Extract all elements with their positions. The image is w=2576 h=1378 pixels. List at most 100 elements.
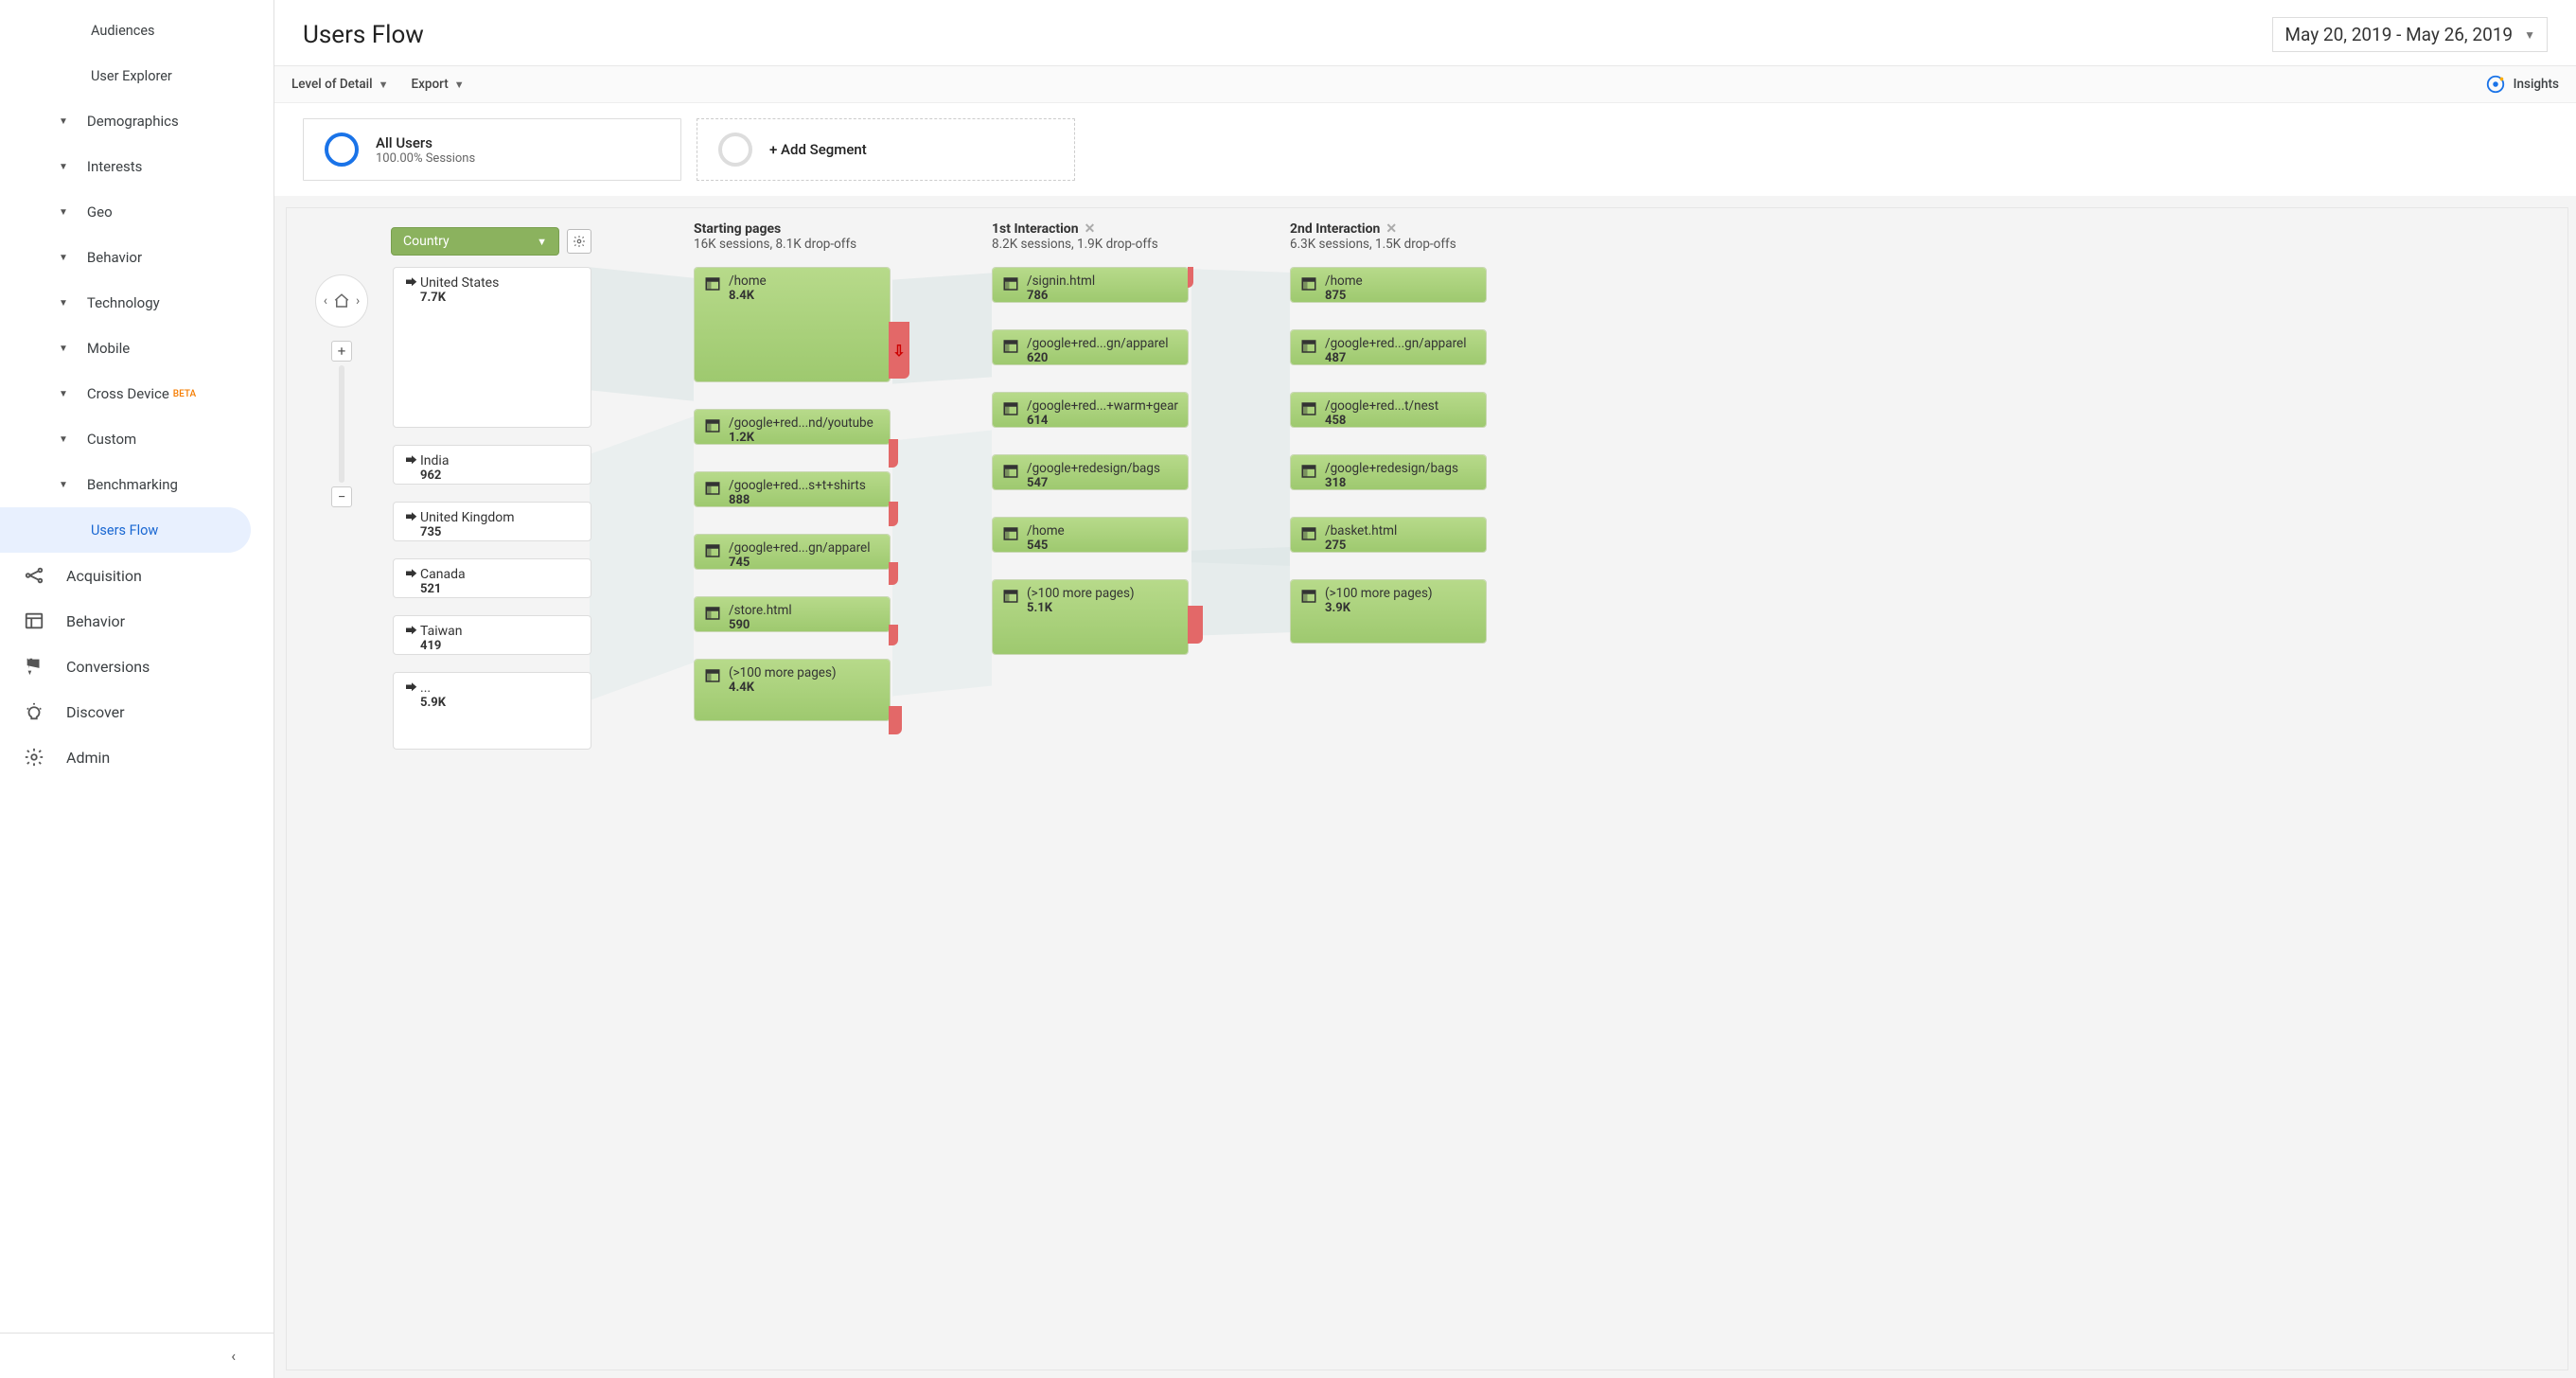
acquisition-icon bbox=[23, 564, 45, 587]
column-subtitle: 6.3K sessions, 1.5K drop-offs bbox=[1290, 237, 1456, 252]
discover-icon bbox=[23, 700, 45, 723]
flow-node-dimension[interactable]: Taiwan419 bbox=[393, 615, 591, 655]
arrow-icon bbox=[403, 567, 420, 588]
segment-ring-icon bbox=[718, 132, 752, 167]
flow-node-page[interactable]: /google+red...s+t+shirts888 bbox=[694, 471, 891, 507]
beta-badge: BETA bbox=[173, 389, 196, 399]
caret-icon: ▼ bbox=[59, 116, 68, 127]
node-value: 4.4K bbox=[729, 680, 837, 695]
chevron-left-icon[interactable]: ‹ bbox=[318, 293, 333, 309]
dimension-select[interactable]: Country ▼ bbox=[391, 227, 559, 256]
flow-node-page[interactable]: /google+redesign/bags318 bbox=[1290, 454, 1487, 490]
main-content: Users Flow May 20, 2019 - May 26, 2019 ▼… bbox=[274, 0, 2576, 1378]
flow-node-page[interactable]: /signin.html786 bbox=[992, 267, 1189, 303]
chevron-right-icon[interactable]: › bbox=[350, 293, 365, 309]
export-dropdown[interactable]: Export▼ bbox=[411, 77, 464, 92]
flow-node-dimension[interactable]: India962 bbox=[393, 445, 591, 485]
flow-node-page[interactable]: /google+red...t/nest458 bbox=[1290, 392, 1487, 428]
node-value: 458 bbox=[1325, 414, 1438, 428]
toolbar-item-label: Export bbox=[411, 77, 448, 92]
zoom-track[interactable] bbox=[339, 365, 344, 483]
flow-node-dimension[interactable]: ...5.9K bbox=[393, 672, 591, 750]
page-header: Users Flow May 20, 2019 - May 26, 2019 ▼ bbox=[274, 0, 2576, 66]
sidebar-item-demographics[interactable]: ▼Demographics bbox=[0, 98, 273, 144]
flow-node-page[interactable]: /basket.html275 bbox=[1290, 517, 1487, 553]
flow-pan-control[interactable]: ‹ › bbox=[315, 274, 368, 327]
page-icon bbox=[1300, 525, 1317, 546]
segment-all-users[interactable]: All Users 100.00% Sessions bbox=[303, 118, 681, 181]
sidebar-item-benchmarking[interactable]: ▼Benchmarking bbox=[0, 462, 273, 507]
flow-node-page[interactable]: /google+redesign/bags547 bbox=[992, 454, 1189, 490]
flow-node-page[interactable]: /google+red...+warm+gear614 bbox=[992, 392, 1189, 428]
page-icon bbox=[1300, 338, 1317, 359]
page-icon bbox=[704, 275, 721, 296]
sidebar-item-behavior[interactable]: ▼ Behavior bbox=[0, 235, 273, 280]
node-value: 786 bbox=[1027, 289, 1095, 303]
flow-node-page[interactable]: (>100 more pages)3.9K bbox=[1290, 579, 1487, 644]
sidebar-item-behavior-main[interactable]: Behavior bbox=[0, 598, 273, 644]
node-value: 5.9K bbox=[420, 696, 446, 710]
arrow-icon bbox=[403, 624, 420, 645]
insights-button[interactable]: Insights bbox=[2485, 74, 2559, 95]
dropoff-indicator bbox=[889, 625, 898, 645]
sidebar-collapse-button[interactable]: ‹ bbox=[0, 1333, 273, 1378]
sidebar-item-users-flow[interactable]: Users Flow bbox=[0, 507, 251, 553]
add-segment-button[interactable]: + Add Segment bbox=[697, 118, 1075, 181]
flow-node-dimension[interactable]: Canada521 bbox=[393, 558, 591, 598]
node-label: (>100 more pages) bbox=[729, 665, 837, 680]
column-title: 1st Interaction bbox=[992, 221, 1079, 237]
segment-ring-icon bbox=[325, 132, 359, 167]
node-value: 419 bbox=[420, 639, 462, 653]
close-icon[interactable]: ✕ bbox=[1385, 221, 1397, 237]
sidebar-item-admin[interactable]: Admin bbox=[0, 734, 273, 780]
caret-icon: ▼ bbox=[59, 253, 68, 263]
sidebar-item-label: Conversions bbox=[66, 658, 150, 676]
sidebar-item-conversions[interactable]: Conversions bbox=[0, 644, 273, 689]
sidebar-item-technology[interactable]: ▼Technology bbox=[0, 280, 273, 326]
flow-node-page[interactable]: (>100 more pages)4.4K bbox=[694, 659, 891, 721]
home-icon[interactable] bbox=[333, 292, 350, 309]
sidebar-item-acquisition[interactable]: Acquisition bbox=[0, 553, 273, 598]
flow-canvas[interactable]: ‹ › + − Country ▼ bbox=[286, 207, 2568, 1370]
sidebar-item-audiences[interactable]: Audiences bbox=[0, 8, 273, 53]
chevron-down-icon: ▼ bbox=[537, 236, 547, 248]
dimension-selector-row: Country ▼ bbox=[391, 227, 591, 256]
sidebar-item-user-explorer[interactable]: User Explorer bbox=[0, 53, 273, 98]
sidebar-item-custom[interactable]: ▼Custom bbox=[0, 416, 273, 462]
node-label: /home bbox=[729, 274, 767, 289]
sidebar-item-geo[interactable]: ▼Geo bbox=[0, 189, 273, 235]
flow-node-page[interactable]: /google+red...gn/apparel487 bbox=[1290, 329, 1487, 365]
flow-node-page[interactable]: /store.html590 bbox=[694, 596, 891, 632]
flow-node-page[interactable]: /google+red...nd/youtube1.2K bbox=[694, 409, 891, 445]
sidebar-item-label: Behavior bbox=[87, 249, 142, 266]
close-icon[interactable]: ✕ bbox=[1085, 221, 1096, 237]
flow-node-page[interactable]: /google+red...gn/apparel745 bbox=[694, 534, 891, 570]
page-icon bbox=[1002, 400, 1019, 421]
page-title: Users Flow bbox=[303, 21, 424, 49]
arrow-icon bbox=[403, 510, 420, 531]
caret-icon: ▼ bbox=[59, 389, 68, 399]
sidebar-item-cross-device[interactable]: ▼Cross DeviceBETA bbox=[0, 371, 273, 416]
flow-node-page[interactable]: /home8.4K bbox=[694, 267, 891, 382]
dropoff-indicator bbox=[889, 706, 902, 734]
node-value: 545 bbox=[1027, 539, 1065, 553]
zoom-out-button[interactable]: − bbox=[331, 486, 352, 507]
flow-node-dimension[interactable]: United Kingdom735 bbox=[393, 502, 591, 541]
sidebar-item-mobile[interactable]: ▼Mobile bbox=[0, 326, 273, 371]
date-range-picker[interactable]: May 20, 2019 - May 26, 2019 ▼ bbox=[2272, 17, 2548, 52]
dimension-settings-button[interactable] bbox=[567, 229, 591, 254]
flow-node-dimension[interactable]: United States7.7K bbox=[393, 267, 591, 428]
node-label: /home bbox=[1325, 274, 1363, 289]
zoom-in-button[interactable]: + bbox=[331, 341, 352, 362]
node-value: 620 bbox=[1027, 351, 1168, 365]
flow-node-page[interactable]: /home875 bbox=[1290, 267, 1487, 303]
page-icon bbox=[704, 417, 721, 438]
flow-node-page[interactable]: /google+red...gn/apparel620 bbox=[992, 329, 1189, 365]
level-of-detail-dropdown[interactable]: Level of Detail▼ bbox=[291, 77, 388, 92]
flow-node-page[interactable]: /home545 bbox=[992, 517, 1189, 553]
flow-node-page[interactable]: (>100 more pages)5.1K bbox=[992, 579, 1189, 655]
sidebar-item-interests[interactable]: ▼Interests bbox=[0, 144, 273, 189]
sidebar-item-discover[interactable]: Discover bbox=[0, 689, 273, 734]
node-label: India bbox=[420, 453, 449, 468]
caret-icon: ▼ bbox=[59, 207, 68, 218]
